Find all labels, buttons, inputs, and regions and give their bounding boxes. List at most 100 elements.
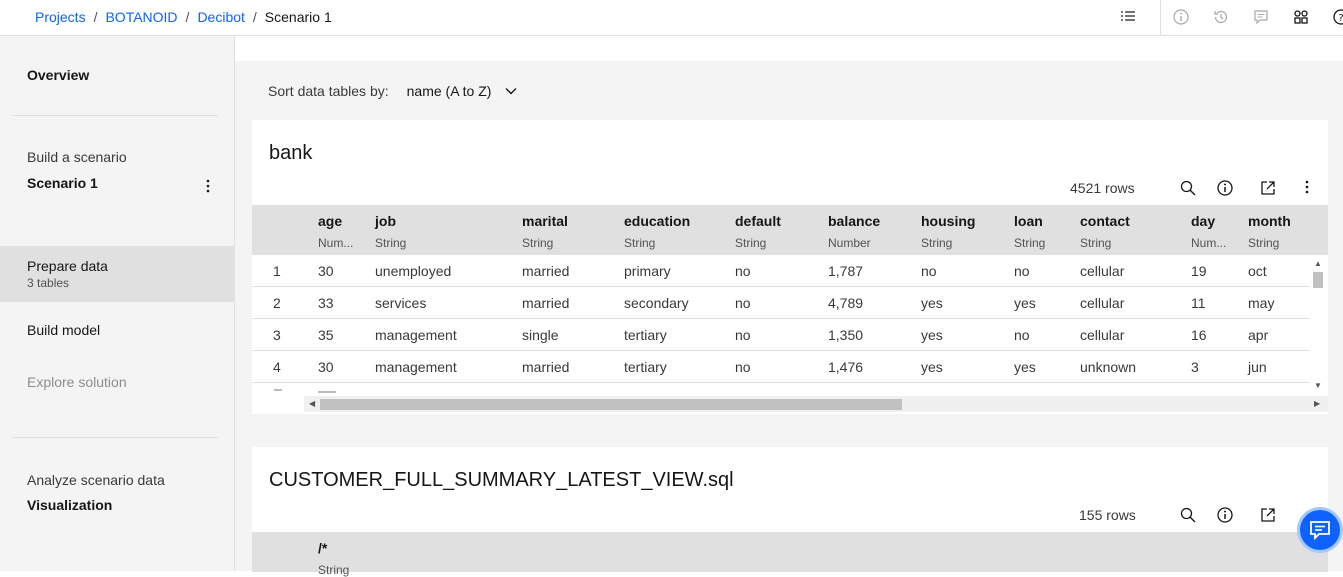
column-header-balance[interactable]: balance (828, 213, 880, 229)
column-header-job[interactable]: job (375, 213, 396, 229)
overflow-menu-icon[interactable] (206, 179, 210, 198)
search-icon[interactable] (1180, 507, 1196, 523)
cell: 1,476 (828, 359, 864, 375)
column-header-housing[interactable]: housing (921, 213, 975, 229)
table-header: /* String (252, 532, 1328, 577)
column-header-day[interactable]: day (1191, 213, 1215, 229)
nav-visualization[interactable]: Visualization (27, 497, 112, 513)
cell: 1,787 (828, 263, 864, 279)
cell: 11 (1191, 295, 1206, 311)
cell: 30 (318, 359, 334, 375)
comment-icon[interactable] (1252, 8, 1270, 26)
info-icon[interactable] (1217, 180, 1233, 196)
cell: no (735, 295, 751, 311)
scroll-up-arrow[interactable]: ▲ (1314, 259, 1322, 268)
breadcrumb-decibot[interactable]: Decibot (197, 9, 244, 25)
launch-icon[interactable] (1260, 507, 1276, 523)
table-title: bank (269, 142, 313, 164)
sort-label: Sort data tables by: (268, 83, 389, 99)
table-card-bank: bank 4521 rows age Num... job String mar… (252, 120, 1328, 414)
cell: yes (921, 327, 943, 343)
scroll-right-arrow[interactable]: ▶ (1314, 399, 1320, 408)
row-number: 4 (273, 359, 281, 375)
table-header: age Num... job String marital String edu… (252, 205, 1328, 255)
content-header-band (235, 36, 1343, 61)
table-row[interactable]: 1 30 unemployed married primary no 1,787… (252, 255, 1310, 287)
cell: cellular (1080, 295, 1125, 311)
cell: jun (1248, 359, 1267, 375)
cell: married (522, 359, 570, 375)
column-header-default[interactable]: default (735, 213, 781, 229)
nav-prepare-data-highlight (0, 246, 234, 302)
nav-prepare-data[interactable]: Prepare data (27, 258, 108, 274)
clipped-text (274, 389, 282, 396)
cell: oct (1248, 263, 1267, 279)
cell: 35 (318, 327, 334, 343)
column-header-marital[interactable]: marital (522, 213, 568, 229)
column-type: Num... (318, 236, 354, 250)
column-header-age[interactable]: age (318, 213, 342, 229)
info-icon[interactable] (1172, 8, 1190, 26)
vertical-scrollbar[interactable]: ▲ ▼ (1310, 255, 1326, 395)
horizontal-scrollbar[interactable]: ◀ ▶ (304, 396, 1328, 412)
column-type: String (624, 236, 656, 250)
scroll-down-arrow[interactable]: ▼ (1314, 381, 1322, 390)
row-number: 2 (273, 295, 281, 311)
column-type: String (375, 236, 407, 250)
column-header-contact[interactable]: contact (1080, 213, 1130, 229)
nav-explore-solution: Explore solution (27, 374, 127, 390)
cell: no (1014, 327, 1030, 343)
chat-button[interactable] (1297, 507, 1343, 553)
launch-icon[interactable] (1260, 180, 1276, 196)
chevron-down-icon[interactable] (505, 87, 517, 95)
table-row[interactable]: 4 30 management married tertiary no 1,47… (252, 351, 1310, 383)
column-header-month[interactable]: month (1248, 213, 1291, 229)
cell: apr (1248, 327, 1269, 343)
history-icon[interactable] (1212, 8, 1230, 26)
chat-icon (1309, 520, 1331, 540)
nav-overview[interactable]: Overview (27, 67, 89, 83)
scroll-left-arrow[interactable]: ◀ (309, 399, 315, 408)
column-type: String (1248, 236, 1280, 250)
cell: cellular (1080, 263, 1125, 279)
column-header-comment[interactable]: /* (318, 540, 327, 556)
apps-icon[interactable] (1292, 8, 1310, 26)
cell: 19 (1191, 263, 1207, 279)
table-card-customer-summary: CUSTOMER_FULL_SUMMARY_LATEST_VIEW.sql 15… (252, 447, 1328, 577)
column-type: Num... (1191, 236, 1227, 250)
overflow-menu-icon[interactable] (1305, 180, 1311, 196)
breadcrumb-separator: / (252, 9, 257, 25)
cell: no (735, 263, 751, 279)
scroll-thumb[interactable] (320, 399, 902, 410)
nav-build-model[interactable]: Build model (27, 322, 100, 338)
sort-dropdown[interactable]: name (A to Z) (407, 83, 492, 99)
column-header-education[interactable]: education (624, 213, 690, 229)
sort-control: Sort data tables by: name (A to Z) (268, 83, 517, 99)
cell: cellular (1080, 327, 1125, 343)
cell: may (1248, 295, 1275, 311)
cell: yes (921, 359, 943, 375)
analyze-label: Analyze scenario data (27, 472, 165, 488)
cell: single (522, 327, 559, 343)
info-icon[interactable] (1217, 507, 1233, 523)
list-icon[interactable] (1119, 8, 1137, 26)
column-type: String (1080, 236, 1112, 250)
top-bar: Projects / BOTANOID / Decibot / Scenario… (0, 0, 1343, 36)
breadcrumb-botanoid[interactable]: BOTANOID (105, 9, 177, 25)
breadcrumb-separator: / (185, 9, 190, 25)
cell: married (522, 263, 570, 279)
nav-scenario-1[interactable]: Scenario 1 (27, 175, 98, 191)
row-count: 155 rows (1079, 507, 1136, 523)
column-header-loan[interactable]: loan (1014, 213, 1043, 229)
cell: 4,789 (828, 295, 864, 311)
column-type: String (735, 236, 767, 250)
search-icon[interactable] (1180, 180, 1196, 196)
nav-prepare-data-count: 3 tables (27, 276, 70, 290)
help-icon[interactable]: ? (1332, 8, 1343, 26)
breadcrumb-projects[interactable]: Projects (35, 9, 86, 25)
table-row[interactable]: 2 33 services married secondary no 4,789… (252, 287, 1310, 319)
scroll-thumb[interactable] (1313, 272, 1323, 288)
row-count: 4521 rows (1070, 180, 1135, 196)
left-navigation: Overview Build a scenario Scenario 1 Pre… (0, 36, 235, 571)
table-row[interactable]: 3 35 management single tertiary no 1,350… (252, 319, 1310, 351)
